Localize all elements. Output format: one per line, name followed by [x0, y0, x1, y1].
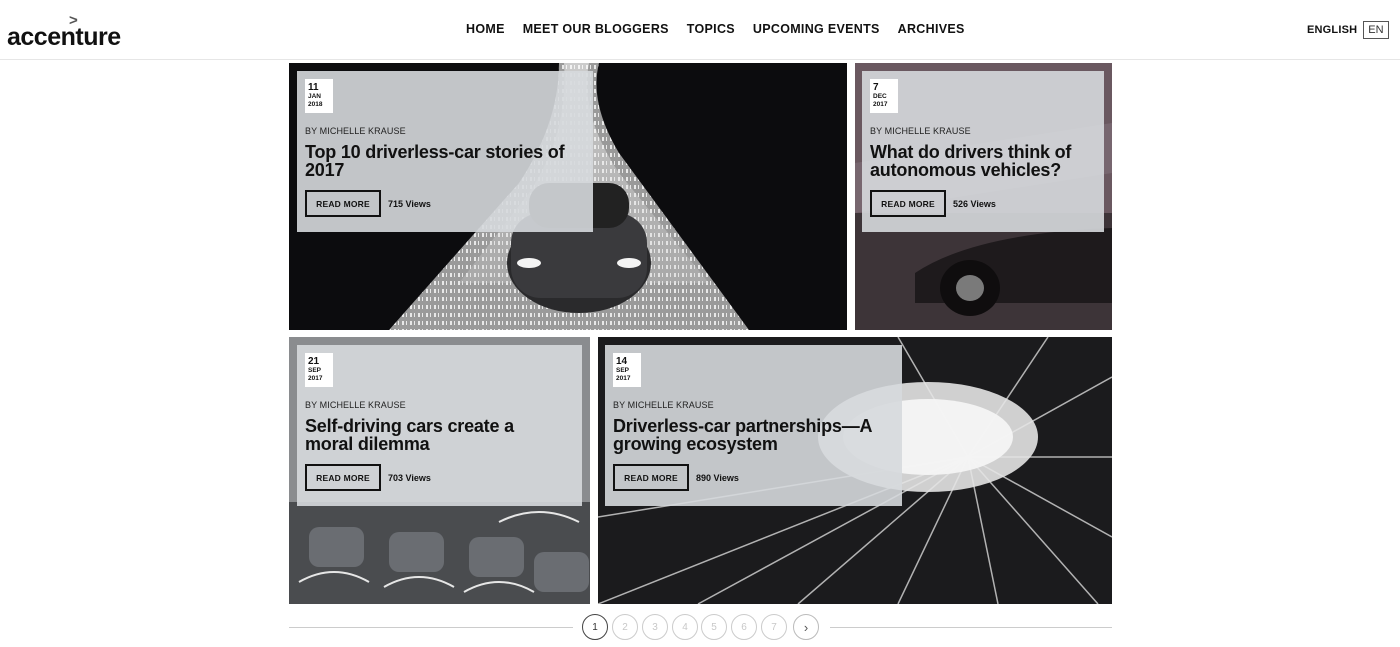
read-more-button[interactable]: READ MORE: [613, 464, 689, 491]
page-button-2[interactable]: 2: [612, 614, 638, 640]
nav-topics[interactable]: TOPICS: [687, 22, 735, 36]
nav-upcoming-events[interactable]: UPCOMING EVENTS: [753, 22, 880, 36]
language-selector[interactable]: ENGLISH EN ▼: [1307, 21, 1400, 39]
date-day: 11: [308, 82, 319, 93]
page-button-4[interactable]: 4: [672, 614, 698, 640]
next-page-chevron-icon[interactable]: ›: [793, 614, 819, 640]
page-button-6[interactable]: 6: [731, 614, 757, 640]
date-month: JAN: [308, 93, 322, 100]
site-header: > accenture HOME MEET OUR BLOGGERS TOPIC…: [0, 0, 1400, 60]
post-overlay: 14 SEP 2017 BY MICHELLE KRAUSE Driverles…: [605, 345, 902, 506]
post-byline[interactable]: BY MICHELLE KRAUSE: [305, 126, 406, 136]
date-day: 7: [873, 82, 879, 93]
page-button-5[interactable]: 5: [701, 614, 727, 640]
post-byline[interactable]: BY MICHELLE KRAUSE: [613, 400, 714, 410]
main-nav: HOME MEET OUR BLOGGERS TOPICS UPCOMING E…: [466, 22, 965, 36]
nav-archives[interactable]: ARCHIVES: [898, 22, 965, 36]
nav-home[interactable]: HOME: [466, 22, 505, 36]
post-title[interactable]: Top 10 driverless-car stories of 2017: [305, 143, 590, 179]
post-views: 703 Views: [388, 473, 431, 483]
post-title[interactable]: Self-driving cars create a moral dilemma: [305, 417, 545, 453]
read-more-button[interactable]: READ MORE: [305, 190, 381, 217]
post-title[interactable]: Driverless-car partnerships—A growing ec…: [613, 417, 903, 453]
date-badge: 14 SEP 2017: [613, 353, 641, 387]
post-overlay: 7 DEC 2017 BY MICHELLE KRAUSE What do dr…: [862, 71, 1104, 232]
date-day: 14: [616, 356, 628, 367]
post-byline[interactable]: BY MICHELLE KRAUSE: [870, 126, 971, 136]
post-views: 890 Views: [696, 473, 739, 483]
logo-text: accenture: [7, 23, 121, 51]
post-card[interactable]: 14 SEP 2017 BY MICHELLE KRAUSE Driverles…: [598, 337, 1112, 604]
read-more-button[interactable]: READ MORE: [870, 190, 946, 217]
language-code: EN: [1363, 21, 1389, 39]
page-button-1[interactable]: 1: [582, 614, 608, 640]
pagination-divider-left: [289, 627, 573, 628]
post-views: 526 Views: [953, 199, 996, 209]
post-overlay: 11 JAN 2018 BY MICHELLE KRAUSE Top 10 dr…: [297, 71, 593, 232]
post-card[interactable]: 7 DEC 2017 BY MICHELLE KRAUSE What do dr…: [855, 63, 1112, 330]
date-month: DEC: [873, 93, 887, 100]
post-overlay: 21 SEP 2017 BY MICHELLE KRAUSE Self-driv…: [297, 345, 582, 506]
nav-meet-our-bloggers[interactable]: MEET OUR BLOGGERS: [523, 22, 669, 36]
language-label: ENGLISH: [1307, 24, 1358, 36]
read-more-button[interactable]: READ MORE: [305, 464, 381, 491]
page-button-3[interactable]: 3: [642, 614, 668, 640]
date-day: 21: [308, 356, 320, 367]
date-month: SEP: [616, 367, 630, 374]
date-badge: 21 SEP 2017: [305, 353, 333, 387]
post-byline[interactable]: BY MICHELLE KRAUSE: [305, 400, 406, 410]
post-card[interactable]: 21 SEP 2017 BY MICHELLE KRAUSE Self-driv…: [289, 337, 590, 604]
date-badge: 11 JAN 2018: [305, 79, 333, 113]
post-title[interactable]: What do drivers think of autonomous vehi…: [870, 143, 1102, 179]
date-year: 2017: [616, 374, 631, 382]
pagination-divider-right: [830, 627, 1112, 628]
date-year: 2017: [308, 374, 323, 382]
accenture-logo[interactable]: > accenture: [7, 13, 121, 50]
date-year: 2017: [873, 100, 888, 108]
page-button-7[interactable]: 7: [761, 614, 787, 640]
date-month: SEP: [308, 367, 322, 374]
post-card[interactable]: 11 JAN 2018 BY MICHELLE KRAUSE Top 10 dr…: [289, 63, 847, 330]
date-badge: 7 DEC 2017: [870, 79, 898, 113]
post-views: 715 Views: [388, 199, 431, 209]
date-year: 2018: [308, 100, 323, 108]
